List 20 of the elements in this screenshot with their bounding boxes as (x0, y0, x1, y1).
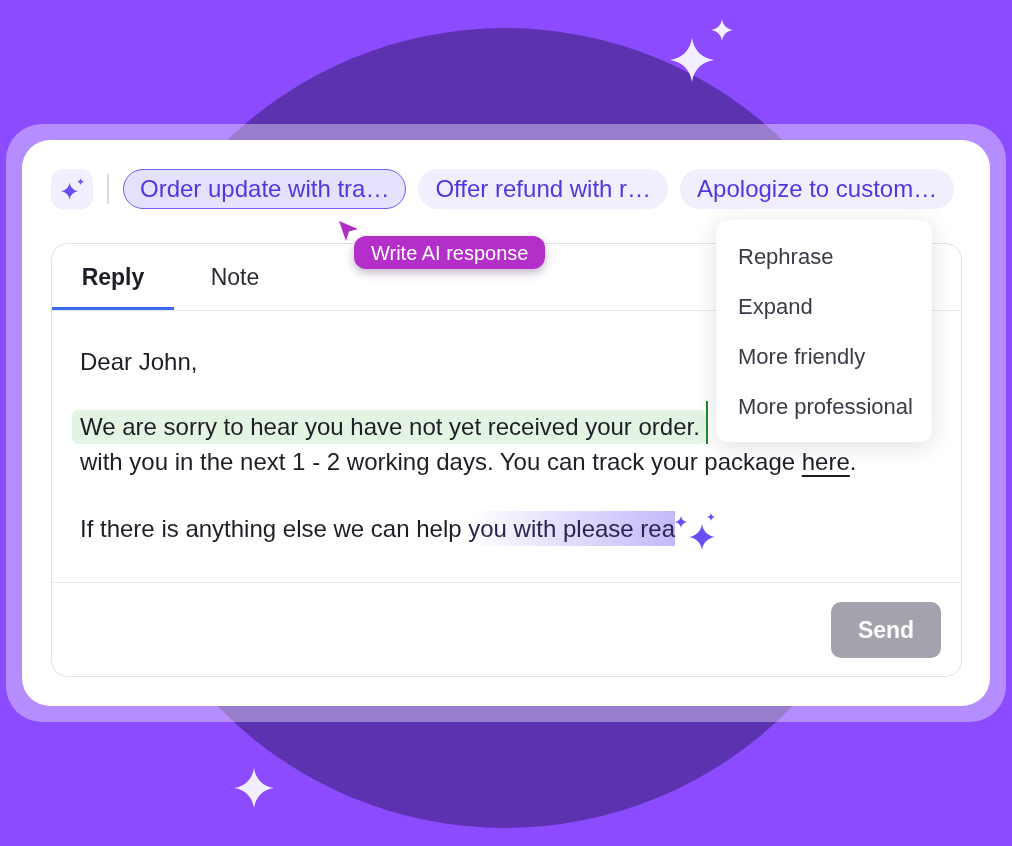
sparkles-icon (60, 178, 84, 200)
highlighted-text: We are sorry to hear you have not yet received your order. (72, 409, 706, 444)
body-text: Dear John, (80, 347, 198, 377)
body-text: with you in the next 1 - 2 working days. You can track your package here. (80, 446, 857, 477)
link[interactable]: here (801, 447, 850, 475)
menu-item[interactable]: Expand (716, 281, 932, 331)
sparkle-icon (234, 768, 274, 808)
suggestion-chip[interactable]: Order update with tra… (123, 169, 407, 209)
pointer-arrow-icon (339, 221, 358, 241)
suggestion-chip[interactable]: Offer refund with r… (418, 169, 669, 209)
suggestion-chip[interactable]: Apologize to custom… (680, 169, 955, 209)
menu-item[interactable]: More professional (716, 381, 932, 431)
sparkles-icon (675, 512, 716, 550)
menu-item[interactable]: More friendly (716, 331, 932, 381)
body-text: If there is anything else we can help you with please rea (80, 510, 676, 546)
tab[interactable]: Reply (52, 244, 174, 310)
ai-button[interactable] (51, 169, 93, 209)
menu-item[interactable]: Rephrase (716, 231, 932, 281)
tab[interactable]: Note (174, 244, 296, 310)
tooltip: Write AI response (354, 236, 546, 269)
